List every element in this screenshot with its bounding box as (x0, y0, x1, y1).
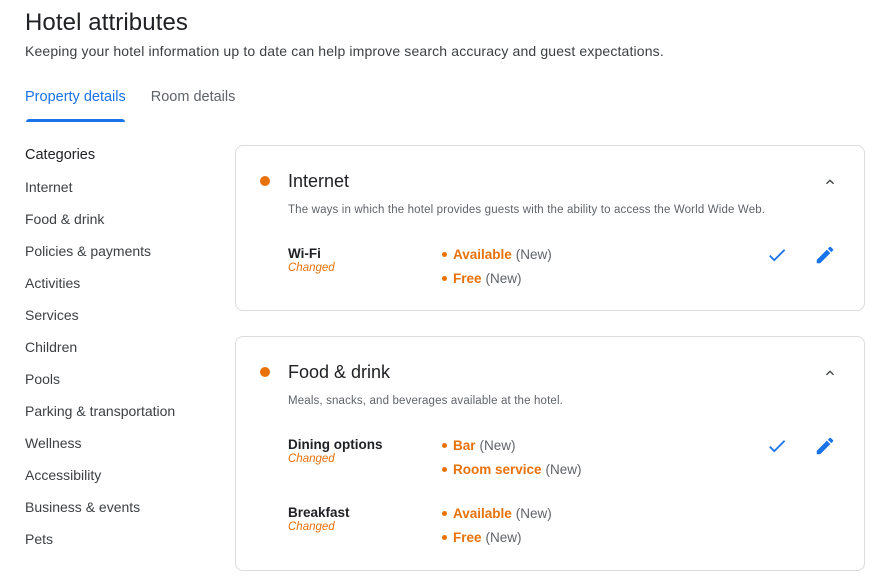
collapse-button[interactable] (822, 174, 838, 190)
attribute-row-dining-options: Dining options Changed Bar (New) Room ser… (288, 437, 840, 485)
attribute-value: Free (New) (442, 270, 552, 294)
bullet-icon (442, 442, 447, 448)
attribute-name: Dining options (288, 437, 383, 452)
value-label: Available (453, 247, 512, 262)
attribute-values: Available (New) Free (New) (442, 505, 552, 553)
sidebar-item-accessibility[interactable]: Accessibility (25, 466, 225, 498)
attribute-row-breakfast: Breakfast Changed Available (New) Free (Ne… (288, 505, 840, 553)
edit-button[interactable] (814, 435, 836, 457)
value-label: Free (453, 530, 482, 545)
attribute-row-wifi: Wi-Fi Changed Available (New) Free (New) (288, 246, 840, 294)
value-label: Room service (453, 462, 542, 477)
page-subtitle: Keeping your hotel information up to dat… (25, 43, 664, 59)
tab-room-details[interactable]: Room details (151, 88, 236, 122)
sidebar-item-policies-payments[interactable]: Policies & payments (25, 242, 225, 274)
sidebar-item-pools[interactable]: Pools (25, 370, 225, 402)
sidebar-item-parking-transportation[interactable]: Parking & transportation (25, 402, 225, 434)
attribute-status: Changed (288, 262, 335, 274)
section-title: Internet (288, 171, 350, 191)
sidebar-heading: Categories (25, 147, 96, 163)
attribute-value: Bar (New) (442, 437, 582, 461)
collapse-button[interactable] (822, 365, 838, 381)
sidebar-item-pets[interactable]: Pets (25, 530, 225, 562)
section-title: Food & drink (288, 362, 391, 382)
sidebar-item-activities[interactable]: Activities (25, 274, 225, 306)
sidebar-item-wellness[interactable]: Wellness (25, 434, 225, 466)
bullet-icon (442, 466, 447, 472)
sidebar-item-food-drink[interactable]: Food & drink (25, 210, 225, 242)
bullet-icon (442, 534, 447, 540)
attribute-status: Changed (288, 453, 335, 465)
value-status: (New) (485, 271, 522, 286)
value-status: (New) (545, 462, 582, 477)
tab-property-details[interactable]: Property details (25, 88, 126, 122)
attribute-values: Available (New) Free (New) (442, 246, 552, 294)
value-status: (New) (515, 247, 552, 262)
attribute-name: Wi-Fi (288, 246, 321, 261)
check-icon (769, 249, 786, 262)
value-label: Bar (453, 438, 476, 453)
sidebar-item-internet[interactable]: Internet (25, 178, 225, 210)
bullet-icon (442, 510, 447, 516)
value-status: (New) (485, 530, 522, 545)
changed-dot-icon (260, 176, 270, 186)
confirm-button[interactable] (766, 244, 788, 266)
section-description: Meals, snacks, and beverages available a… (288, 395, 564, 407)
attribute-status: Changed (288, 521, 335, 533)
sidebar-item-children[interactable]: Children (25, 338, 225, 370)
chevron-up-icon (826, 370, 834, 376)
check-icon (769, 440, 786, 453)
page-title: Hotel attributes (25, 9, 189, 36)
attribute-name: Breakfast (288, 505, 350, 520)
confirm-button[interactable] (766, 435, 788, 457)
section-description: The ways in which the hotel provides gue… (288, 204, 766, 216)
attribute-value: Available (New) (442, 246, 552, 270)
sidebar-item-services[interactable]: Services (25, 306, 225, 338)
sidebar-item-business-events[interactable]: Business & events (25, 498, 225, 530)
value-label: Free (453, 271, 482, 286)
tab-bar: Property details Room details (25, 88, 260, 122)
attribute-value: Available (New) (442, 505, 552, 529)
changed-dot-icon (260, 367, 270, 377)
bullet-icon (442, 275, 447, 281)
attribute-value: Free (New) (442, 529, 552, 553)
categories-sidebar: Categories Internet Food & drink Policie… (25, 146, 225, 562)
attribute-value: Room service (New) (442, 461, 582, 485)
edit-button[interactable] (814, 244, 836, 266)
chevron-up-icon (826, 179, 834, 185)
attribute-values: Bar (New) Room service (New) (442, 437, 582, 485)
value-status: (New) (515, 506, 552, 521)
value-label: Available (453, 506, 512, 521)
value-status: (New) (479, 438, 516, 453)
section-card-internet: Internet The ways in which the hotel pro… (235, 145, 865, 311)
pencil-icon (816, 246, 834, 264)
section-card-food-drink: Food & drink Meals, snacks, and beverage… (235, 336, 865, 571)
bullet-icon (442, 251, 447, 257)
pencil-icon (816, 437, 834, 455)
